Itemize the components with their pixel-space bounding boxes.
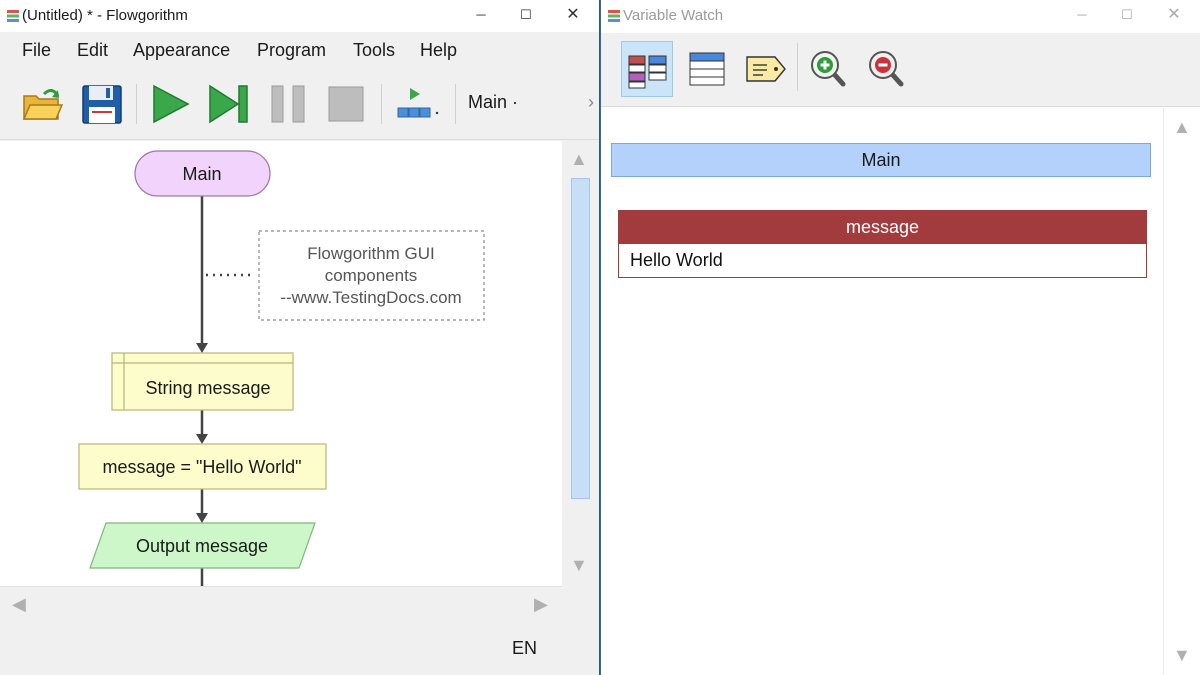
maximize-button[interactable]: ☐ — [503, 0, 549, 32]
zoom-in-icon — [811, 51, 846, 87]
window-title: Variable Watch — [623, 7, 724, 24]
menu-appearance[interactable]: Appearance — [133, 40, 230, 61]
minimize-button[interactable]: ─ — [1059, 0, 1105, 32]
arrow-head — [196, 434, 208, 444]
scroll-thumb[interactable] — [571, 178, 590, 499]
open-folder-icon — [22, 89, 64, 120]
variable-card[interactable]: message Hello World — [618, 210, 1147, 278]
variable-watch-window: Variable Watch ─ ☐ ✕ Main message Hello … — [600, 0, 1200, 675]
toolbar-separator — [797, 43, 798, 91]
layout-button[interactable] — [392, 80, 440, 128]
flowgorithm-app-icon — [7, 10, 19, 22]
stop-button[interactable] — [322, 80, 370, 128]
zoom-out-icon — [869, 51, 904, 87]
save-disk-icon — [82, 85, 122, 124]
toolbar-separator — [136, 84, 137, 124]
zoom-out-button[interactable] — [861, 41, 913, 97]
tag-icon — [746, 56, 786, 82]
flowchart: Main Flowgorithm GUI components --www.Te… — [78, 150, 485, 586]
horizontal-scrollbar[interactable]: ◀ ▶ — [0, 586, 562, 623]
list-view-icon — [689, 52, 725, 86]
menu-edit[interactable]: Edit — [77, 40, 108, 61]
arrow-head — [196, 343, 208, 353]
arrow-head — [196, 513, 208, 523]
stop-icon — [328, 86, 364, 122]
grid-view-icon — [628, 55, 667, 89]
scope-header: Main — [611, 143, 1151, 177]
menu-bar: File Edit Appearance Program Tools Help — [0, 33, 599, 69]
minimize-button[interactable]: ─ — [458, 0, 504, 32]
scroll-left-icon[interactable]: ◀ — [12, 594, 26, 615]
pause-icon — [271, 85, 305, 123]
save-button[interactable] — [78, 80, 126, 128]
tag-button[interactable] — [739, 41, 791, 97]
step-button[interactable] — [204, 80, 252, 128]
comment-line-2: components — [325, 266, 418, 285]
scroll-up-icon[interactable]: ▲ — [570, 149, 588, 170]
comment-line-1: Flowgorithm GUI — [307, 244, 435, 263]
scroll-right-icon[interactable]: ▶ — [534, 594, 548, 615]
close-button[interactable]: ✕ — [1151, 0, 1197, 32]
maximize-button[interactable]: ☐ — [1104, 0, 1150, 32]
watch-toolbar — [601, 33, 1200, 107]
variable-value: Hello World — [630, 250, 723, 270]
zoom-in-button[interactable] — [803, 41, 855, 97]
language-indicator[interactable]: EN — [512, 638, 537, 659]
toolbar-overflow-icon[interactable]: › — [588, 92, 594, 113]
scroll-down-icon[interactable]: ▼ — [1173, 645, 1191, 666]
step-icon — [209, 84, 248, 124]
comment-line-3: --www.TestingDocs.com — [280, 288, 461, 307]
status-bar: EN — [0, 624, 599, 675]
flowgorithm-window: (Untitled) * - Flowgorithm ─ ☐ ✕ File Ed… — [0, 0, 600, 675]
flowchart-canvas[interactable]: Main Flowgorithm GUI components --www.Te… — [0, 141, 562, 586]
toolbar-separator — [455, 84, 456, 124]
scroll-down-icon[interactable]: ▼ — [570, 555, 588, 576]
output-label: Output message — [136, 536, 268, 556]
menu-file[interactable]: File — [22, 40, 51, 61]
variable-name: message — [619, 211, 1146, 244]
run-play-icon — [153, 84, 190, 124]
grid-view-button[interactable] — [621, 41, 673, 97]
declare-label: String message — [145, 378, 270, 398]
title-bar[interactable]: Variable Watch ─ ☐ ✕ — [601, 0, 1200, 32]
vertical-scrollbar[interactable]: ▲ ▼ — [562, 141, 599, 586]
title-bar[interactable]: (Untitled) * - Flowgorithm ─ ☐ ✕ — [0, 0, 599, 32]
flowgorithm-app-icon — [608, 10, 620, 22]
pause-button[interactable] — [264, 80, 312, 128]
main-toolbar: Main · › — [0, 70, 599, 140]
layout-icon — [397, 88, 439, 118]
run-button[interactable] — [146, 80, 194, 128]
assign-label: message = "Hello World" — [102, 457, 301, 477]
start-label: Main — [182, 164, 221, 184]
scroll-up-icon[interactable]: ▲ — [1173, 117, 1191, 138]
vertical-scrollbar[interactable]: ▲ ▼ — [1163, 108, 1200, 675]
toolbar-separator — [381, 84, 382, 124]
menu-program[interactable]: Program — [257, 40, 326, 61]
list-view-button[interactable] — [681, 41, 733, 97]
window-title: (Untitled) * - Flowgorithm — [22, 7, 188, 24]
menu-help[interactable]: Help — [420, 40, 457, 61]
close-button[interactable]: ✕ — [550, 0, 596, 32]
open-button[interactable] — [18, 80, 66, 128]
function-selector[interactable]: Main · — [468, 92, 518, 113]
variable-panel: Main message Hello World — [601, 108, 1163, 675]
menu-tools[interactable]: Tools — [353, 40, 395, 61]
